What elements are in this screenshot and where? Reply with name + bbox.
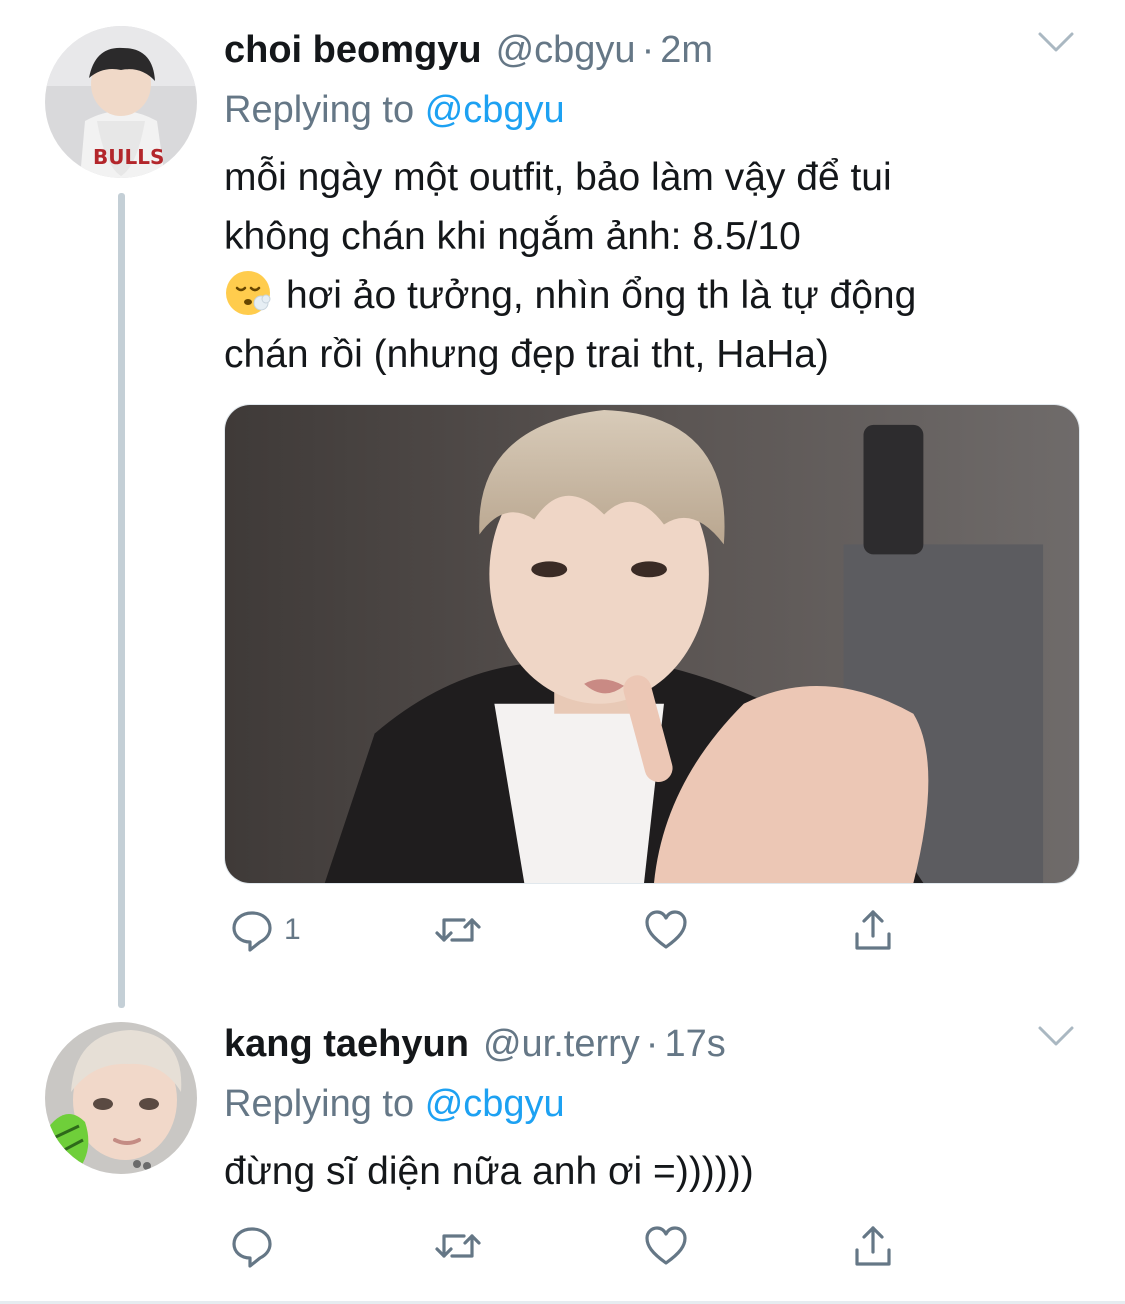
timestamp[interactable]: 2m: [660, 29, 713, 72]
tweet-text: mỗi ngày một outfit, bảo làm vậy để tui …: [224, 148, 1079, 384]
reply-button[interactable]: 1: [228, 906, 301, 954]
thread-connector-line: [118, 193, 125, 1008]
replying-to: Replying to @cbgyu: [224, 84, 1079, 136]
tweet-text-line: không chán khi ngắm ảnh: 8.5/10: [224, 215, 801, 258]
tweet-text: đừng sĩ diện nữa anh ơi =)))))): [224, 1142, 1079, 1201]
tweet-actions: [224, 1222, 1080, 1282]
share-button[interactable]: [849, 1222, 897, 1270]
share-icon: [855, 910, 891, 950]
replying-mention-link[interactable]: @cbgyu: [425, 1083, 565, 1125]
reply-icon: [232, 1227, 272, 1268]
tweet-text-line: chán rồi (nhưng đẹp trai tht, HaHa): [224, 333, 829, 376]
tweet-text-span: hơi ảo tưởng, nhìn ổng th là tự động: [286, 274, 917, 317]
replying-label: Replying to: [224, 89, 415, 131]
retweet-button[interactable]: [434, 906, 482, 954]
reply-count: 1: [284, 913, 301, 946]
like-button[interactable]: [642, 1222, 690, 1270]
avatar[interactable]: [45, 1022, 197, 1174]
heart-icon: [645, 910, 687, 949]
tweet-text-line: hơi ảo tưởng, nhìn ổng th là tự động: [224, 266, 1079, 325]
tweet-header: kang taehyun @ur.terry · 17s: [224, 1018, 1079, 1070]
share-icon: [855, 1226, 891, 1266]
tweet-actions: 1: [224, 906, 1080, 966]
retweet-icon: [435, 1234, 481, 1258]
heart-icon: [645, 1226, 687, 1265]
chevron-down-icon[interactable]: [1037, 30, 1075, 54]
tweet-photo[interactable]: [224, 404, 1080, 884]
exhaling-face-emoji-icon: [226, 271, 271, 315]
retweet-button[interactable]: [434, 1222, 482, 1270]
tweet-text-line: mỗi ngày một outfit, bảo làm vậy để tui: [224, 156, 892, 199]
retweet-icon: [435, 918, 481, 942]
display-name[interactable]: kang taehyun: [224, 1023, 469, 1066]
chevron-down-icon[interactable]: [1037, 1024, 1075, 1048]
timestamp[interactable]: 17s: [664, 1023, 725, 1066]
replying-to: Replying to @cbgyu: [224, 1078, 1079, 1130]
separator-dot: ·: [641, 28, 655, 71]
replying-label: Replying to: [224, 1083, 415, 1125]
user-handle[interactable]: @cbgyu: [496, 29, 636, 72]
tweet-text-line: đừng sĩ diện nữa anh ơi =)))))): [224, 1150, 754, 1193]
share-button[interactable]: [849, 906, 897, 954]
replying-mention-link[interactable]: @cbgyu: [425, 89, 565, 131]
tweet-header: choi beomgyu @cbgyu · 2m: [224, 24, 1079, 76]
user-handle[interactable]: @ur.terry: [483, 1023, 640, 1066]
separator-dot: ·: [645, 1022, 659, 1065]
svg-text:BULLS: BULLS: [93, 145, 164, 169]
like-button[interactable]: [642, 906, 690, 954]
reply-button[interactable]: [228, 1222, 276, 1270]
display-name[interactable]: choi beomgyu: [224, 29, 482, 72]
reply-icon: [232, 911, 272, 952]
avatar[interactable]: BULLS: [45, 26, 197, 178]
